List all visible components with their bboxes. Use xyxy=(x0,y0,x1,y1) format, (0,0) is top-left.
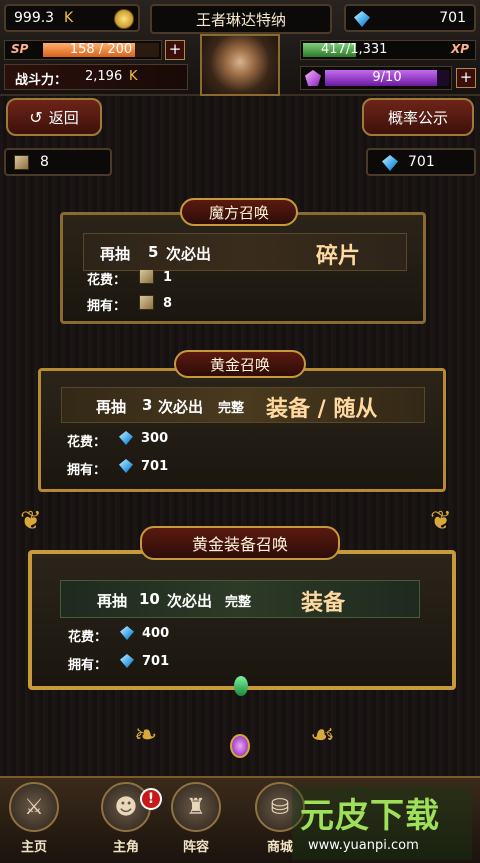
gold-ornament-left: ❦ xyxy=(20,506,42,536)
home-icon: ⚔ xyxy=(9,782,59,832)
sp-plus-button[interactable]: + xyxy=(165,40,185,60)
summon-guarantee-row: 再抽 10 次必出 完整 装备 xyxy=(60,580,420,618)
sp-bar: SP 158 / 200 xyxy=(4,40,162,60)
power-unit: K xyxy=(129,69,138,84)
reward-type: 碎片 xyxy=(316,243,361,269)
probability-button[interactable]: 概率公示 xyxy=(362,98,474,136)
energy-bar: 9/10 xyxy=(300,66,452,90)
cube-icon xyxy=(139,269,154,284)
cube-resource: 8 xyxy=(4,148,112,176)
cube-icon xyxy=(14,155,29,170)
tab-label: 主角 xyxy=(112,840,139,855)
gold-ornament-right: ❦ xyxy=(430,506,452,536)
gold-counter: 999.3 K xyxy=(4,4,140,32)
own-label: 拥有： xyxy=(67,463,107,478)
energy-value: 9/10 xyxy=(372,70,402,85)
bottom-ornament-left: ❧ xyxy=(134,718,158,751)
tab-label: 阵容 xyxy=(182,840,209,855)
cost-value: 400 xyxy=(142,626,170,641)
diamond-value: 701 xyxy=(439,10,466,26)
sp-label: SP xyxy=(11,42,29,56)
gold-summon-title: 黄金召唤 xyxy=(174,350,306,378)
power-value: 2,196 xyxy=(85,69,123,84)
diamond-icon xyxy=(119,459,133,473)
diamond-counter: 701 xyxy=(344,4,476,32)
summon-guarantee-row: 再抽 5 次必出 碎片 xyxy=(83,233,407,271)
watermark-text: 元皮下载 xyxy=(300,796,440,836)
guarantee-prefix: 再抽 xyxy=(96,398,127,416)
bottom-ornament-right: ☙ xyxy=(310,718,336,751)
cost-label: 花费： xyxy=(87,273,127,288)
xp-bar: 417/1,331 XP xyxy=(300,40,476,60)
guarantee-count: 10 xyxy=(139,590,160,608)
cube-summon-card[interactable]: 再抽 5 次必出 碎片 花费： 1 拥有： 8 xyxy=(60,212,426,324)
gold-value: 999.3 xyxy=(14,10,55,26)
guarantee-prefix: 再抽 xyxy=(100,245,131,263)
tab-lineup[interactable]: ♜ 阵容 xyxy=(166,782,226,862)
player-name: 王者琳达特纳 xyxy=(150,4,332,34)
own-value: 701 xyxy=(141,459,169,474)
avatar[interactable] xyxy=(200,34,280,96)
cost-label: 花费： xyxy=(68,630,108,645)
guarantee-prefix: 再抽 xyxy=(97,592,128,610)
own-label: 拥有： xyxy=(68,658,108,673)
power-label: 战斗力： xyxy=(15,73,68,88)
energy-crystal-icon xyxy=(305,70,321,86)
amethyst-gem-icon xyxy=(230,734,250,758)
cube-icon xyxy=(139,295,154,310)
guarantee-count: 5 xyxy=(148,243,159,261)
xp-label: XP xyxy=(450,42,469,56)
tab-home[interactable]: ⚔ 主页 xyxy=(4,782,64,862)
diamond-icon xyxy=(119,431,133,445)
diamond-icon xyxy=(354,11,370,27)
diamond-icon xyxy=(120,654,134,668)
summon-guarantee-row: 再抽 3 次必出 完整 装备 / 随从 xyxy=(61,387,425,423)
guarantee-suffix: 次必出 xyxy=(167,592,213,610)
cost-value: 1 xyxy=(163,270,173,285)
diamond-count: 701 xyxy=(408,154,435,170)
notification-badge: ! xyxy=(140,788,162,810)
guarantee-extra: 完整 xyxy=(218,401,245,416)
xp-value: 417/1,331 xyxy=(321,42,388,57)
guarantee-extra: 完整 xyxy=(225,595,252,610)
guarantee-suffix: 次必出 xyxy=(166,245,212,263)
diamond-icon xyxy=(120,626,134,640)
probability-label: 概率公示 xyxy=(387,108,448,127)
own-label: 拥有： xyxy=(87,299,127,314)
emerald-gem-icon xyxy=(234,676,248,696)
cube-summon-title: 魔方召唤 xyxy=(180,198,298,226)
gold-unit: K xyxy=(64,10,74,26)
reward-type: 装备 / 随从 xyxy=(266,396,378,422)
cost-label: 花费： xyxy=(67,435,107,450)
gold-equipment-summon-card[interactable]: 再抽 10 次必出 完整 装备 花费： 400 拥有： 701 xyxy=(28,550,456,690)
reward-type: 装备 xyxy=(301,590,346,616)
guarantee-count: 3 xyxy=(142,396,153,414)
watermark-url: www.yuanpi.com xyxy=(308,838,419,853)
guarantee-suffix: 次必出 xyxy=(158,398,204,416)
lineup-icon: ♜ xyxy=(171,782,221,832)
cube-count: 8 xyxy=(40,154,49,170)
energy-plus-button[interactable]: + xyxy=(456,68,476,88)
back-button[interactable]: ↺ 返回 xyxy=(6,98,102,136)
own-value: 701 xyxy=(142,654,170,669)
gold-summon-card[interactable]: 再抽 3 次必出 完整 装备 / 随从 花费： 300 拥有： 701 xyxy=(38,368,446,492)
back-label: 返回 xyxy=(48,108,79,127)
own-value: 8 xyxy=(163,296,173,311)
cost-value: 300 xyxy=(141,431,169,446)
diamond-resource: 701 xyxy=(366,148,476,176)
game-screen: 999.3 K 王者琳达特纳 701 SP 158 / 200 + 战斗力： 2… xyxy=(0,0,480,863)
combat-power: 战斗力： 2,196 K xyxy=(4,64,188,90)
tab-label: 主页 xyxy=(20,840,47,855)
gold-coin-icon xyxy=(114,9,134,29)
back-arrow-icon: ↺ xyxy=(29,107,43,127)
gold-equipment-summon-title: 黄金装备召唤 xyxy=(140,526,340,560)
sp-value: 158 / 200 xyxy=(69,42,133,57)
watermark: 元皮下载 www.yuanpi.com xyxy=(292,786,472,860)
diamond-icon xyxy=(382,155,398,171)
